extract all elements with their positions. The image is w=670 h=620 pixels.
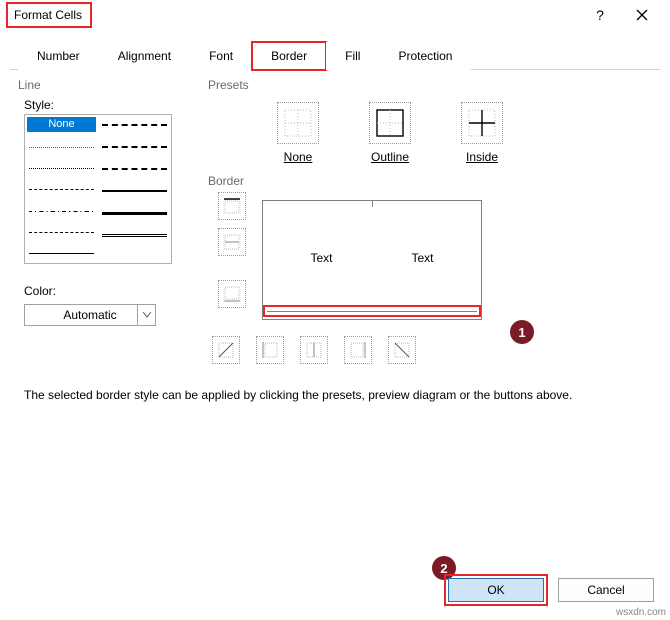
color-value: Automatic xyxy=(63,308,116,322)
help-text: The selected border style can be applied… xyxy=(16,366,654,402)
border-left-button[interactable] xyxy=(256,336,284,364)
tab-border[interactable]: Border xyxy=(252,42,326,70)
style-thin[interactable] xyxy=(29,248,94,259)
style-med-dash-dot-dot[interactable] xyxy=(102,119,167,131)
border-top-button[interactable] xyxy=(218,192,246,220)
callout-1: 1 xyxy=(510,320,534,344)
callout-2: 2 xyxy=(432,556,456,580)
tab-content-border: Line Style: None xyxy=(10,69,660,418)
style-list[interactable]: None xyxy=(24,114,172,264)
style-thick[interactable] xyxy=(102,207,167,219)
action-bar: OK Cancel xyxy=(448,578,654,602)
border-diag-up-button[interactable] xyxy=(212,336,240,364)
tab-fill[interactable]: Fill xyxy=(326,42,379,70)
preset-inside-label: Inside xyxy=(466,150,498,164)
preset-none[interactable]: None xyxy=(268,102,328,164)
preview-text-right: Text xyxy=(411,251,433,265)
preset-outline-icon xyxy=(369,102,411,144)
border-preview[interactable]: Text Text xyxy=(262,200,482,320)
style-double[interactable] xyxy=(102,229,167,241)
style-hairline[interactable] xyxy=(29,142,94,153)
help-button[interactable]: ? xyxy=(588,3,612,27)
border-area: Border xyxy=(206,172,654,366)
line-section: Line Style: None xyxy=(16,76,186,366)
preset-none-label: None xyxy=(284,150,313,164)
ok-button[interactable]: OK xyxy=(448,578,544,602)
border-header: Border xyxy=(206,172,654,190)
preset-inside-icon xyxy=(461,102,503,144)
style-medium[interactable] xyxy=(102,185,167,197)
cancel-button[interactable]: Cancel xyxy=(558,578,654,602)
tabbar: Number Alignment Font Border Fill Protec… xyxy=(0,30,670,70)
style-dash-dot-dot[interactable] xyxy=(29,227,94,238)
style-dash-dot[interactable] xyxy=(29,205,94,216)
right-area: Presets None Outline xyxy=(206,76,654,366)
line-header: Line xyxy=(16,76,186,94)
tab-alignment[interactable]: Alignment xyxy=(99,42,190,70)
tab-font[interactable]: Font xyxy=(190,42,252,70)
preview-text-left: Text xyxy=(310,251,332,265)
style-dotted[interactable] xyxy=(29,163,94,174)
presets-row: None Outline Inside xyxy=(206,94,654,164)
border-bottom-button[interactable] xyxy=(218,280,246,308)
border-diag-down-button[interactable] xyxy=(388,336,416,364)
preview-bottom-highlight xyxy=(263,305,481,317)
dialog-title: Format Cells xyxy=(14,8,82,22)
style-none[interactable]: None xyxy=(27,117,96,132)
color-dropdown[interactable]: Automatic xyxy=(24,304,156,326)
preset-inside[interactable]: Inside xyxy=(452,102,512,164)
border-h-middle-button[interactable] xyxy=(218,228,246,256)
preset-none-icon xyxy=(277,102,319,144)
presets-header: Presets xyxy=(206,76,654,94)
titlebar: Format Cells ? xyxy=(0,0,670,30)
tab-number[interactable]: Number xyxy=(18,42,99,70)
preset-outline-label: Outline xyxy=(371,150,409,164)
preset-outline[interactable]: Outline xyxy=(360,102,420,164)
close-button[interactable] xyxy=(630,3,654,27)
tab-protection[interactable]: Protection xyxy=(379,42,471,70)
style-med-dash[interactable] xyxy=(102,163,167,175)
close-icon xyxy=(636,9,648,21)
chevron-down-icon xyxy=(137,305,155,325)
title-highlight: Format Cells xyxy=(6,2,92,28)
format-cells-dialog: Format Cells ? Number Alignment Font Bor… xyxy=(0,0,670,620)
color-label: Color: xyxy=(24,280,186,300)
style-slant-dash-dot[interactable] xyxy=(102,141,167,153)
style-label: Style: xyxy=(16,94,186,114)
watermark: wsxdn.com xyxy=(616,607,666,618)
style-dash-small[interactable] xyxy=(29,184,94,195)
border-v-middle-button[interactable] xyxy=(300,336,328,364)
border-right-button[interactable] xyxy=(344,336,372,364)
